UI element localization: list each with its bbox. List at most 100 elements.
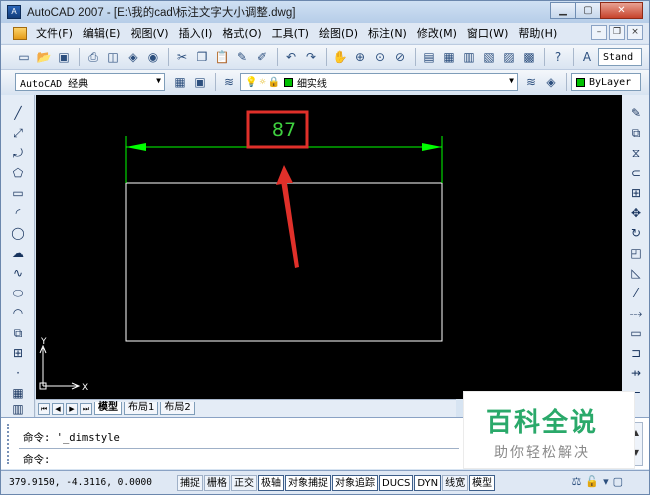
tab-layout2[interactable]: 布局2 [160,402,195,415]
polygon-icon[interactable]: ⬠ [9,165,27,181]
doc-restore-button[interactable]: ❐ [609,25,625,40]
3d-dwf-icon[interactable]: ◉ [144,48,162,66]
zoom-window-icon[interactable]: ⊙ [371,48,389,66]
tab-model[interactable]: 模型 [94,402,122,415]
ortho-toggle[interactable]: 正交 [231,474,257,491]
command-window-grip[interactable] [7,424,15,464]
next-tab-icon[interactable]: ▶ [66,402,78,415]
document-icon[interactable] [13,26,27,40]
otrack-toggle[interactable]: 对象追踪 [332,474,378,491]
menu-edit[interactable]: 编辑(E) [78,25,126,41]
calculator-icon[interactable]: ▩ [520,48,538,66]
mirror-icon[interactable]: ⧖ [627,145,645,161]
arc-icon[interactable]: ◜ [9,205,27,221]
insert-block-icon[interactable]: ⧉ [9,325,27,341]
doc-close-button[interactable]: × [627,25,643,40]
rectangle-icon[interactable]: ▭ [9,185,27,201]
open-file-icon[interactable]: 📂 [35,48,53,66]
menu-view[interactable]: 视图(V) [125,25,173,41]
move-icon[interactable]: ✥ [627,205,645,221]
zoom-realtime-icon[interactable]: ⊕ [351,48,369,66]
text-style-icon[interactable]: A [578,48,596,66]
rotate-icon[interactable]: ↻ [627,225,645,241]
menu-insert[interactable]: 插入(I) [174,25,218,41]
annotation-scale-icon[interactable]: ⚖ [571,475,581,488]
new-file-icon[interactable]: ▭ [15,48,33,66]
menu-modify[interactable]: 修改(M) [412,25,462,41]
match-properties-icon[interactable]: ✎ [233,48,251,66]
pan-icon[interactable]: ✋ [331,48,349,66]
osnap-toggle[interactable]: 对象捕捉 [285,474,331,491]
minimize-button[interactable]: ▁ [550,2,576,19]
trim-icon[interactable]: ⁄ [627,285,645,301]
properties-icon[interactable]: ▤ [420,48,438,66]
design-center-icon[interactable]: ▦ [440,48,458,66]
command-prompt-input[interactable]: 命令: [23,452,50,467]
lineweight-toggle[interactable]: 线宽 [442,474,469,491]
copy-object-icon[interactable]: ⧉ [627,125,645,141]
hatch-icon[interactable]: ▦ [9,385,27,401]
clean-screen-icon[interactable]: ▢ [613,475,623,488]
ducs-toggle[interactable]: DUCS [379,474,414,491]
cut-icon[interactable]: ✂ [173,48,191,66]
close-button[interactable]: ✕ [600,2,643,19]
lock-icon[interactable]: 🔓 [585,475,599,488]
circle-icon[interactable]: ◯ [9,225,27,241]
snap-toggle[interactable]: 捕捉 [177,474,203,491]
stretch-icon[interactable]: ◺ [627,265,645,281]
offset-icon[interactable]: ⊂ [627,165,645,181]
menu-format[interactable]: 格式(O) [217,25,266,41]
line-icon[interactable]: ╱ [9,105,27,121]
workspace-save-icon[interactable]: ▣ [191,73,209,91]
help-icon[interactable]: ? [549,48,567,66]
construction-line-icon[interactable]: ⤢ [9,125,27,141]
coordinate-readout[interactable]: 379.9150, -4.3116, 0.0000 [1,477,177,488]
rectangle-object[interactable] [125,182,443,342]
chamfer-icon[interactable]: ⇸ [627,365,645,381]
workspace-dropdown[interactable]: AutoCAD 经典 ▼ [15,73,165,91]
layer-dropdown[interactable]: 💡 ☼ 🔒 细实线 ▼ [240,73,518,91]
doc-minimize-button[interactable]: – [591,25,607,40]
markup-icon[interactable]: ▨ [500,48,518,66]
title-bar[interactable]: A AutoCAD 2007 - [E:\我的cad\标注文字大小调整.dwg]… [1,1,649,23]
workspace-settings-icon[interactable]: ▦ [171,73,189,91]
layer-manager-icon[interactable]: ≋ [220,73,238,91]
grid-toggle[interactable]: 栅格 [204,474,230,491]
make-layer-current-icon[interactable]: ≋ [522,73,540,91]
redo-icon[interactable]: ↷ [302,48,320,66]
menu-tools[interactable]: 工具(T) [267,25,314,41]
paste-icon[interactable]: 📋 [213,48,231,66]
block-editor-icon[interactable]: ✐ [253,48,271,66]
gradient-icon[interactable]: ▥ [9,401,27,417]
maximize-button[interactable]: ▢ [575,2,601,19]
undo-icon[interactable]: ↶ [282,48,300,66]
save-icon[interactable]: ▣ [55,48,73,66]
array-icon[interactable]: ⊞ [627,185,645,201]
dimension-text[interactable]: 87 [272,119,296,141]
drawing-canvas[interactable]: 87 Y X [36,95,622,399]
menu-window[interactable]: 窗口(W) [462,25,513,41]
print-icon[interactable]: ⎙ [84,48,102,66]
dyn-toggle[interactable]: DYN [414,474,442,491]
polyline-icon[interactable]: ⤾ [9,145,27,161]
publish-icon[interactable]: ◈ [124,48,142,66]
point-icon[interactable]: · [9,365,27,381]
tool-palettes-icon[interactable]: ▥ [460,48,478,66]
extend-icon[interactable]: ⤏ [627,305,645,321]
ellipse-arc-icon[interactable]: ◠ [9,305,27,321]
last-tab-icon[interactable]: ⏭ [80,402,92,415]
communication-center-icon[interactable]: ▾ [603,475,609,488]
spline-icon[interactable]: ∿ [9,265,27,281]
menu-dimension[interactable]: 标注(N) [363,25,412,41]
scale-icon[interactable]: ◰ [627,245,645,261]
zoom-previous-icon[interactable]: ⊘ [391,48,409,66]
text-style-dropdown[interactable]: Stand [598,48,642,66]
copy-icon[interactable]: ❐ [193,48,211,66]
tab-layout1[interactable]: 布局1 [124,402,159,415]
ellipse-icon[interactable]: ⬭ [9,285,27,301]
polar-toggle[interactable]: 极轴 [258,474,284,491]
first-tab-icon[interactable]: ⏮ [38,402,50,415]
erase-icon[interactable]: ✎ [627,105,645,121]
join-icon[interactable]: ⊐ [627,345,645,361]
menu-draw[interactable]: 绘图(D) [314,25,363,41]
